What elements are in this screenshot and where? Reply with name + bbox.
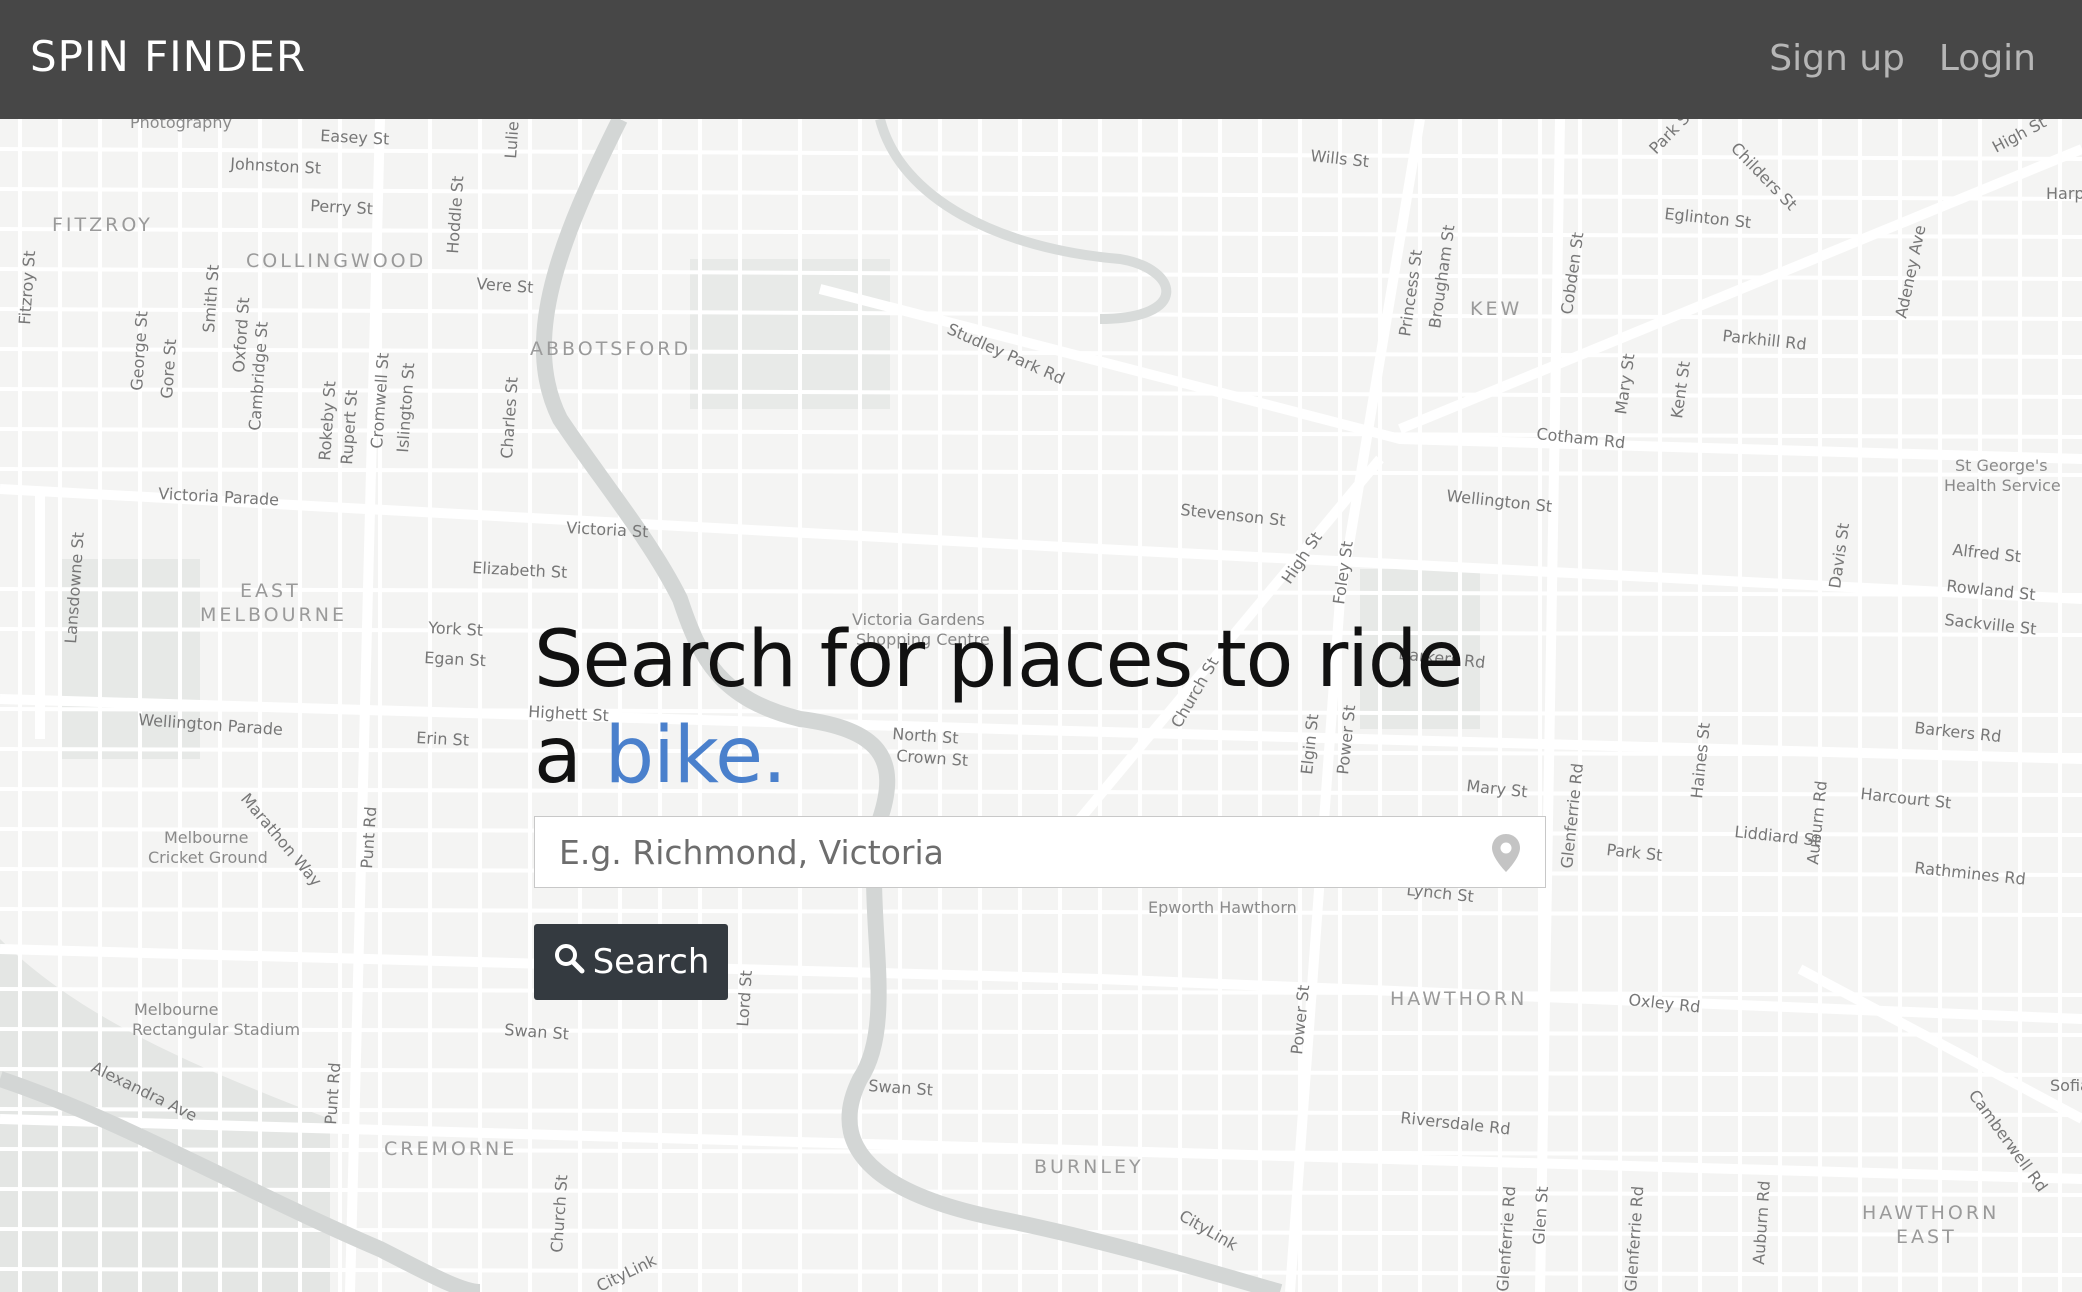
search-icon xyxy=(553,942,585,983)
street-label: Harp xyxy=(2046,184,2082,203)
search-button-label: Search xyxy=(592,942,710,982)
signup-link[interactable]: Sign up xyxy=(1769,38,1905,79)
location-search-input[interactable] xyxy=(535,817,1459,887)
street-label: Johnston St xyxy=(229,154,322,178)
suburb-label: EAST xyxy=(1896,1226,1957,1248)
street-label: Rowland St xyxy=(1946,576,2037,604)
street-label: Kent St xyxy=(1667,360,1694,420)
suburb-label: COLLINGWOOD xyxy=(246,250,426,272)
street-label: Glen St xyxy=(1529,1186,1552,1246)
street-label: Rokeby St xyxy=(315,380,340,461)
street-label: Vere St xyxy=(476,274,534,297)
street-label: Punt Rd xyxy=(357,806,380,869)
street-label: Glenferrie Rd xyxy=(1621,1185,1647,1292)
street-label: Islington St xyxy=(393,362,418,453)
street-label: Park St xyxy=(1606,840,1664,865)
street-label: George St xyxy=(127,310,152,391)
place-label: Photography xyxy=(130,119,232,132)
login-link[interactable]: Login xyxy=(1939,38,2036,79)
street-label: York St xyxy=(427,618,484,640)
street-label: Rupert St xyxy=(337,389,361,465)
place-label: Melbourne xyxy=(164,828,248,847)
street-label: Glenferrie Rd xyxy=(1557,762,1587,869)
hero-heading: Search for places to ride a bike. xyxy=(534,612,1464,804)
street-label: Easey St xyxy=(320,126,390,149)
street-label: Wills St xyxy=(1310,146,1370,171)
creek xyxy=(875,119,1172,324)
street-label: Egan St xyxy=(424,648,487,670)
headline-main: Search for places to ride xyxy=(534,615,1464,705)
suburb-label: MELBOURNE xyxy=(200,604,347,626)
street-label: Park St xyxy=(1645,119,1698,158)
place-label: Cricket Ground xyxy=(148,848,268,867)
suburb-label: ABBOTSFORD xyxy=(530,338,691,360)
suburb-label: FITZROY xyxy=(52,214,153,236)
street-label: Erin St xyxy=(416,728,470,750)
street-label: Stevenson St xyxy=(1180,500,1287,530)
suburb-label: CREMORNE xyxy=(384,1138,517,1160)
street-label: Church St xyxy=(547,1174,571,1253)
suburb-label: HAWTHORN xyxy=(1390,988,1527,1010)
brand-logo[interactable]: SPIN FINDER xyxy=(30,32,306,81)
hero-title: Search for places to ride a bike. xyxy=(534,612,1464,804)
street-label: Charles St xyxy=(497,376,522,459)
street-label: Marathon Way xyxy=(237,789,326,890)
street-label: Mary St xyxy=(1611,352,1638,415)
street-label: Foley St xyxy=(1329,540,1357,606)
place-label: St George's xyxy=(1955,456,2048,475)
street-label: Elizabeth St xyxy=(472,558,568,582)
place-label: Health Service xyxy=(1944,476,2061,495)
street-label: Alfred St xyxy=(1952,540,2022,566)
headline-prefix: a xyxy=(534,711,605,801)
street-label: Haines St xyxy=(1687,722,1714,800)
street-label: Hoddle St xyxy=(443,175,467,254)
place-label: Melbourne xyxy=(134,1000,218,1019)
street-label: Swan St xyxy=(504,1020,570,1043)
headline-accent: bike. xyxy=(604,711,787,801)
place-label: Rectangular Stadium xyxy=(132,1020,300,1039)
nav-links: Sign up Login xyxy=(1769,38,2036,79)
top-navbar: SPIN FINDER Sign up Login xyxy=(0,0,2082,119)
suburb-label: BURNLEY xyxy=(1034,1156,1144,1178)
suburb-label: HAWTHORN xyxy=(1862,1202,1999,1224)
street-label: Perry St xyxy=(310,196,374,218)
place-label: Epworth Hawthorn xyxy=(1148,898,1297,917)
location-search-field[interactable] xyxy=(534,816,1546,888)
suburb-label: KEW xyxy=(1470,298,1522,320)
street-label: Fitzroy St xyxy=(15,250,39,325)
street-label: Mary St xyxy=(1466,776,1529,801)
street-label: Rathmines Rd xyxy=(1914,858,2027,889)
search-button[interactable]: Search xyxy=(534,924,728,1000)
suburb-label: EAST xyxy=(240,580,301,602)
street-label: Lord St xyxy=(733,970,756,1028)
street-label: Parkhill Rd xyxy=(1722,326,1808,354)
street-label: Davis St xyxy=(1825,522,1853,590)
street-label: Barkers Rd xyxy=(1914,718,2003,746)
street-label: Swan St xyxy=(868,1076,934,1099)
street-label: Sofia xyxy=(2050,1076,2082,1095)
map-pin-icon xyxy=(1491,833,1521,878)
street-label: Glenferrie Rd xyxy=(1493,1185,1519,1292)
